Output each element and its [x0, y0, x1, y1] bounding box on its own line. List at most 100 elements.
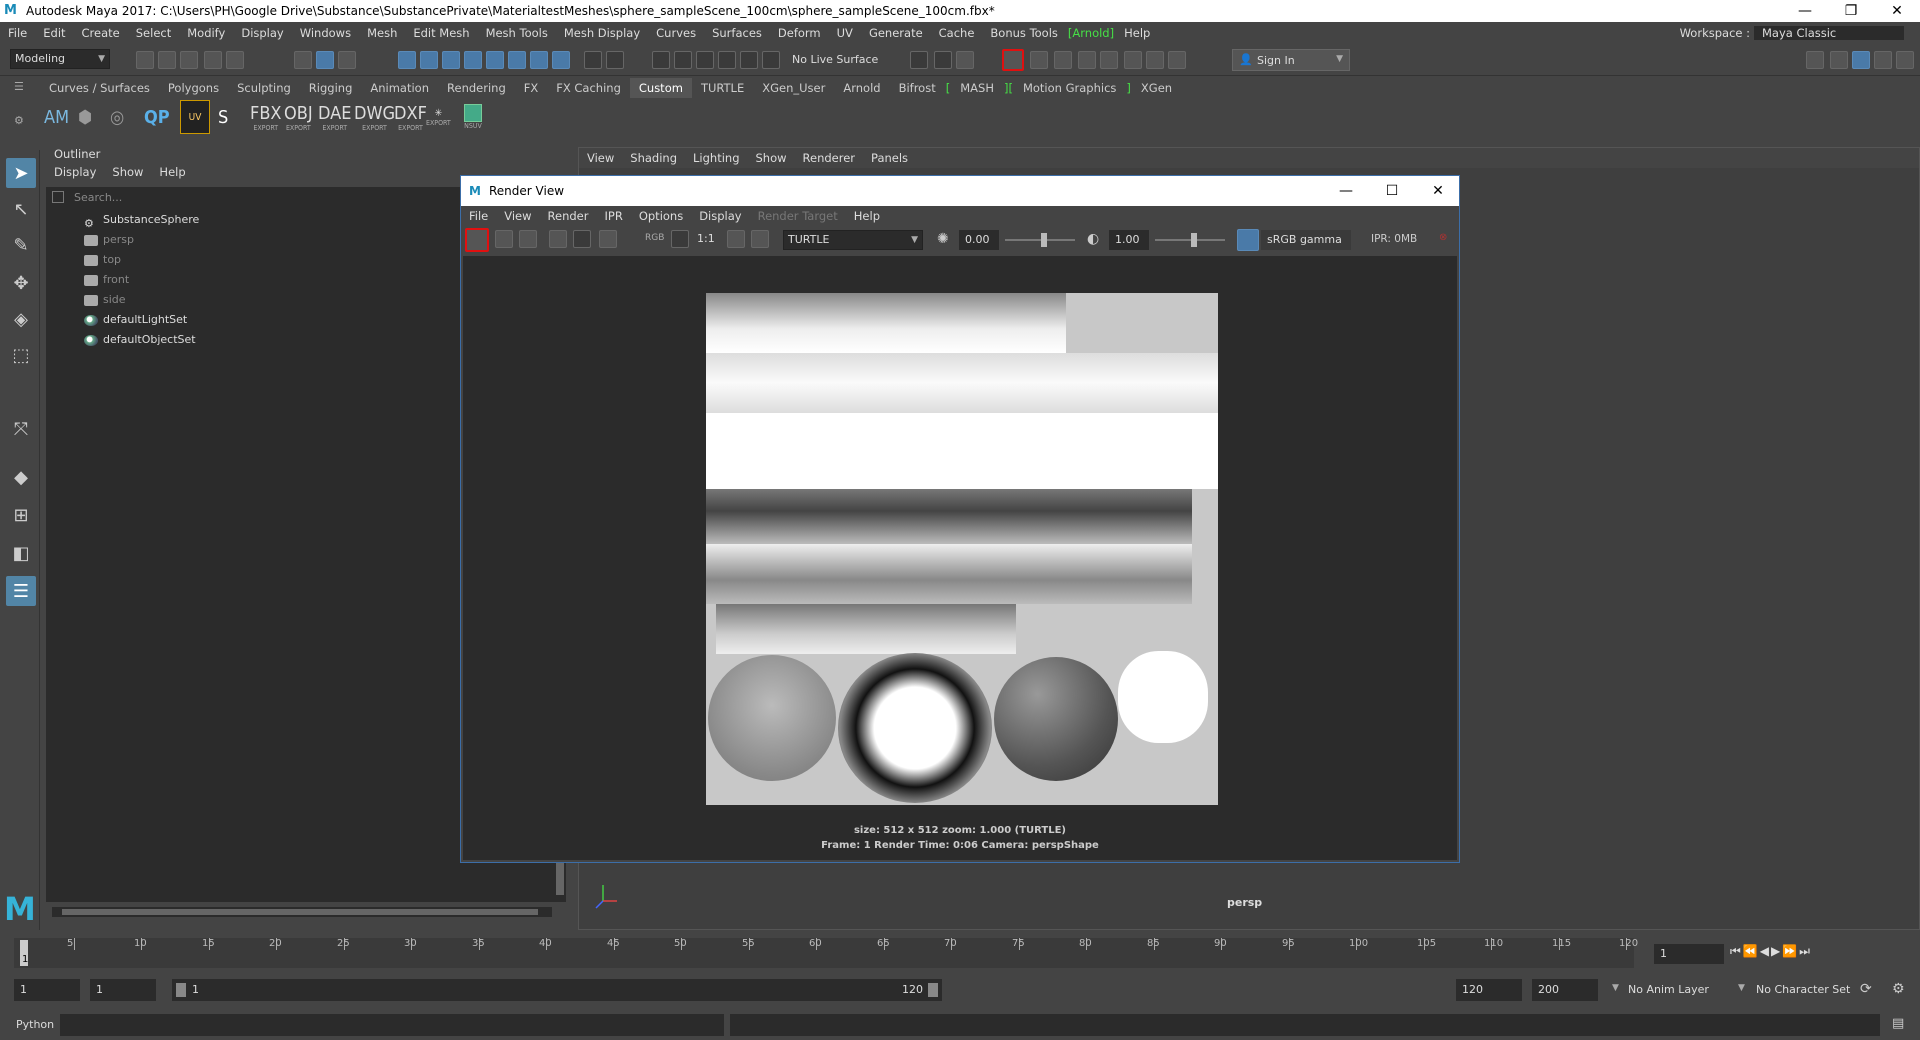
layout-icon[interactable]	[1896, 51, 1914, 69]
layout-icon[interactable]	[1874, 51, 1892, 69]
scale-tool-icon[interactable]: ⬚	[6, 340, 36, 370]
menu-uv[interactable]: UV	[829, 26, 861, 40]
close-button[interactable]: ✕	[1415, 176, 1461, 206]
outliner-item[interactable]: front	[84, 271, 129, 289]
command-input[interactable]	[60, 1014, 724, 1036]
maximize-button[interactable]: ☐	[1369, 176, 1415, 206]
menu-mesh[interactable]: Mesh	[359, 26, 405, 40]
keep-image-icon[interactable]	[727, 230, 745, 248]
layout-icon[interactable]	[1830, 51, 1848, 69]
renderer-dropdown[interactable]: TURTLE ▼	[783, 230, 923, 250]
chevron-down-icon[interactable]: ▼	[1612, 983, 1619, 993]
live-icon[interactable]	[606, 51, 624, 69]
menu-surfaces[interactable]: Surfaces	[704, 26, 770, 40]
auto-key-icon[interactable]: ⟳	[1860, 981, 1872, 997]
select-objects-icon[interactable]	[316, 51, 334, 69]
real-size-label[interactable]: 1:1	[697, 232, 715, 245]
gamma-slider[interactable]	[1155, 233, 1225, 247]
color-space-field[interactable]: sRGB gamma	[1261, 230, 1351, 250]
viewport-menu-shading[interactable]: Shading	[622, 151, 685, 165]
select-hierarchy-icon[interactable]	[294, 51, 312, 69]
shelf-tab-xgen[interactable]: XGen	[1132, 81, 1181, 95]
outliner-layout-icon[interactable]: ☰	[6, 576, 36, 606]
dae-export-button[interactable]: DAE EXPORT	[318, 100, 351, 134]
preferences-icon[interactable]: ⚙	[1892, 981, 1905, 997]
snap-vertex-icon[interactable]	[508, 51, 526, 69]
color-management-icon[interactable]	[1237, 229, 1259, 251]
mode-dropdown[interactable]: Modeling ▼	[10, 49, 110, 69]
viewport-menu-renderer[interactable]: Renderer	[795, 151, 864, 165]
lasso-icon[interactable]	[762, 51, 780, 69]
menu-curves[interactable]: Curves	[648, 26, 704, 40]
arnold-stop-icon[interactable]	[1168, 51, 1186, 69]
remove-image-icon[interactable]	[751, 230, 769, 248]
menu-select[interactable]: Select	[128, 26, 179, 40]
menu-deform[interactable]: Deform	[770, 26, 829, 40]
shelf-tab-custom[interactable]: Custom	[629, 78, 692, 98]
outliner-item[interactable]: top	[84, 251, 121, 269]
shelf-tab-fx[interactable]: FX	[515, 81, 548, 95]
four-pane-icon[interactable]: ⊞	[6, 500, 36, 530]
range-bar[interactable]: 1 120	[172, 979, 942, 1001]
snapshot-icon[interactable]	[519, 230, 537, 248]
splode-export-button[interactable]: ✳ EXPORT	[426, 100, 451, 134]
nsuv-button[interactable]: NSUV	[464, 100, 482, 134]
slider-handle[interactable]	[1041, 233, 1047, 247]
outliner-item[interactable]: defaultLightSet	[84, 311, 187, 329]
arnold-render-icon[interactable]	[1124, 51, 1142, 69]
dwg-export-button[interactable]: DWG EXPORT	[354, 100, 395, 134]
menu-edit[interactable]: Edit	[35, 26, 73, 40]
render-globals-icon[interactable]	[1078, 51, 1096, 69]
alpha-icon[interactable]	[671, 230, 689, 248]
command-language-label[interactable]: Python	[16, 1018, 54, 1031]
fbx-export-button[interactable]: FBX EXPORT	[250, 100, 282, 134]
select-tool-icon[interactable]: ➤	[6, 158, 36, 188]
lasso-icon[interactable]	[674, 51, 692, 69]
shelf-tab-arnold[interactable]: Arnold	[834, 81, 889, 95]
chevron-down-icon[interactable]: ▼	[1738, 983, 1745, 993]
rv-menu-display[interactable]: Display	[691, 209, 749, 223]
close-ipr-icon[interactable]: ⊗	[1439, 232, 1447, 243]
render-settings-icon[interactable]	[599, 230, 617, 248]
undo-icon[interactable]	[204, 51, 222, 69]
ipr-render-icon[interactable]	[1030, 51, 1048, 69]
substance-icon[interactable]: S	[218, 100, 228, 134]
snap-view-icon[interactable]	[464, 51, 482, 69]
close-button[interactable]: ✕	[1874, 0, 1920, 22]
shelf-tab-sculpting[interactable]: Sculpting	[228, 81, 300, 95]
dxf-export-button[interactable]: DXF EXPORT	[394, 100, 427, 134]
outliner-menu-show[interactable]: Show	[104, 165, 151, 179]
layout-icon[interactable]	[1806, 51, 1824, 69]
shelf-tab-turtle[interactable]: TURTLE	[692, 81, 753, 95]
input-ops-icon[interactable]	[910, 51, 928, 69]
symmetry-icon[interactable]	[530, 51, 548, 69]
render-settings-icon[interactable]	[956, 51, 974, 69]
sign-in-button[interactable]: 👤 Sign In ▼	[1232, 49, 1350, 71]
snap-surface-icon[interactable]	[486, 51, 504, 69]
menu-windows[interactable]: Windows	[292, 26, 359, 40]
rv-menu-view[interactable]: View	[496, 209, 539, 223]
shelf-menu-icon[interactable]: ☰	[14, 80, 24, 93]
render-current-frame-icon[interactable]	[1002, 49, 1024, 71]
snap-grid-icon[interactable]	[398, 51, 416, 69]
shelf-tab-rendering[interactable]: Rendering	[438, 81, 515, 95]
shelf-tab-curves-surfaces[interactable]: Curves / Surfaces	[40, 81, 159, 95]
lasso-icon[interactable]	[718, 51, 736, 69]
outliner-menu-display[interactable]: Display	[46, 165, 104, 179]
exposure-slider[interactable]	[1005, 233, 1075, 247]
menu-bonus-tools[interactable]: Bonus Tools	[982, 26, 1065, 40]
arnold-ipr-icon[interactable]	[1146, 51, 1164, 69]
gamma-field[interactable]: 1.00	[1109, 230, 1149, 250]
rv-menu-file[interactable]: File	[461, 209, 496, 223]
anim-end-field[interactable]: 200	[1532, 979, 1598, 1001]
query-icon[interactable]	[552, 51, 570, 69]
menu-mesh-tools[interactable]: Mesh Tools	[478, 26, 556, 40]
range-start-handle[interactable]	[176, 983, 186, 997]
rv-menu-options[interactable]: Options	[631, 209, 691, 223]
hypershade-icon[interactable]	[1100, 51, 1118, 69]
lock-icon[interactable]	[584, 51, 602, 69]
minimize-button[interactable]: —	[1782, 0, 1828, 22]
render-frame-icon[interactable]	[465, 228, 489, 252]
menu-arnold[interactable]: [Arnold]	[1066, 26, 1116, 40]
shelf-tab-mash[interactable]: MASH	[951, 81, 1003, 95]
